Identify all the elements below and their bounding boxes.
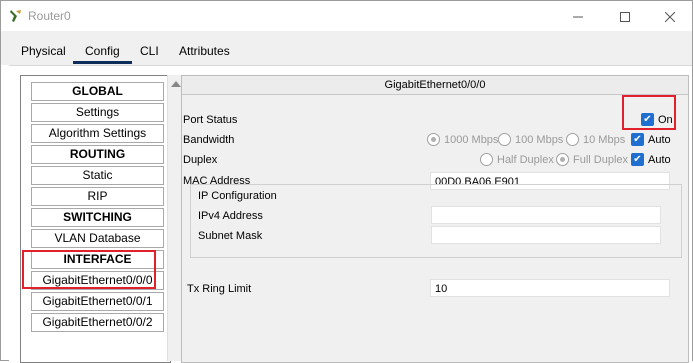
nav-item-vlan-database[interactable]: VLAN Database <box>31 229 164 248</box>
nav-section-global: GLOBAL <box>31 82 164 101</box>
minimize-button[interactable] <box>555 1 601 31</box>
interfaces-highlight <box>22 250 156 289</box>
bandwidth-10-label: 10 Mbps <box>583 133 626 146</box>
half-duplex-label: Half Duplex <box>497 153 554 166</box>
scroll-up-arrow-icon[interactable] <box>171 81 181 87</box>
port-status-label: Port Status <box>183 114 238 126</box>
ip-config-title: IP Configuration <box>198 190 277 202</box>
panel-title: GigabitEthernet0/0/0 <box>182 76 688 95</box>
nav-item-algorithm-settings[interactable]: Algorithm Settings <box>31 124 164 143</box>
tab-physical[interactable]: Physical <box>21 41 66 61</box>
nav-item-gigabitethernet0-0-1[interactable]: GigabitEthernet0/0/1 <box>31 292 164 311</box>
bandwidth-1000-radio[interactable]: 1000 Mbps <box>427 133 498 146</box>
duplex-auto-label: Auto <box>648 153 671 166</box>
window-title: Router0 <box>28 9 71 23</box>
tx-ring-limit-input[interactable]: 10 <box>430 279 670 297</box>
bandwidth-10-radio[interactable]: 10 Mbps <box>566 133 625 146</box>
tab-config[interactable]: Config <box>73 41 132 64</box>
radio-icon <box>566 133 579 146</box>
full-duplex-radio[interactable]: Full Duplex <box>556 153 628 166</box>
config-nav-list: GLOBAL Settings Algorithm Settings ROUTING S… <box>31 82 164 334</box>
nav-section-routing: ROUTING <box>31 145 164 164</box>
config-content: GLOBAL Settings Algorithm Settings ROUTING S… <box>9 65 692 363</box>
nav-section-switching: SWITCHING <box>31 208 164 227</box>
checkmark-icon: ✔ <box>631 153 644 166</box>
interface-panel: GigabitEthernet0/0/0 Port Status ✔ On Ba… <box>181 75 689 363</box>
radio-icon <box>427 133 440 146</box>
bandwidth-auto-label: Auto <box>648 133 671 146</box>
nav-item-gigabitethernet0-0-2[interactable]: GigabitEthernet0/0/2 <box>31 313 164 332</box>
close-icon <box>664 11 676 22</box>
maximize-button[interactable] <box>602 1 648 31</box>
half-duplex-radio[interactable]: Half Duplex <box>480 153 554 166</box>
tab-bar: Physical Config CLI Attributes <box>1 31 692 65</box>
ip-config-group: IP Configuration IPv4 Address Subnet Mas… <box>190 184 682 258</box>
tx-ring-limit-label: Tx Ring Limit <box>187 283 252 295</box>
config-nav-panel: GLOBAL Settings Algorithm Settings ROUTING S… <box>20 75 171 363</box>
ipv4-address-input[interactable] <box>431 206 661 224</box>
duplex-label: Duplex <box>183 154 218 166</box>
router-window: Router0 Physical Config CLI Attributes G… <box>0 0 693 363</box>
nav-item-static[interactable]: Static <box>31 166 164 185</box>
maximize-icon <box>620 11 630 22</box>
subnet-mask-label: Subnet Mask <box>198 230 263 242</box>
bandwidth-label: Bandwidth <box>183 134 235 146</box>
ipv4-address-label: IPv4 Address <box>198 210 263 222</box>
radio-icon <box>498 133 511 146</box>
radio-icon <box>556 153 569 166</box>
nav-item-settings[interactable]: Settings <box>31 103 164 122</box>
tab-attributes[interactable]: Attributes <box>179 41 230 61</box>
title-bar: Router0 <box>1 1 692 31</box>
port-status-highlight <box>622 95 676 130</box>
bandwidth-100-radio[interactable]: 100 Mbps <box>498 133 563 146</box>
minimize-icon <box>573 16 583 18</box>
full-duplex-label: Full Duplex <box>573 153 629 166</box>
router-app-icon <box>10 10 21 22</box>
subnet-mask-input[interactable] <box>431 226 661 244</box>
duplex-auto-checkbox[interactable]: ✔ Auto <box>631 153 671 166</box>
tab-cli[interactable]: CLI <box>140 41 159 61</box>
close-button[interactable] <box>647 1 693 31</box>
bandwidth-1000-label: 1000 Mbps <box>444 133 499 146</box>
radio-icon <box>480 153 493 166</box>
checkmark-icon: ✔ <box>631 133 644 146</box>
bandwidth-100-label: 100 Mbps <box>515 133 564 146</box>
bandwidth-auto-checkbox[interactable]: ✔ Auto <box>631 133 671 146</box>
nav-item-rip[interactable]: RIP <box>31 187 164 206</box>
